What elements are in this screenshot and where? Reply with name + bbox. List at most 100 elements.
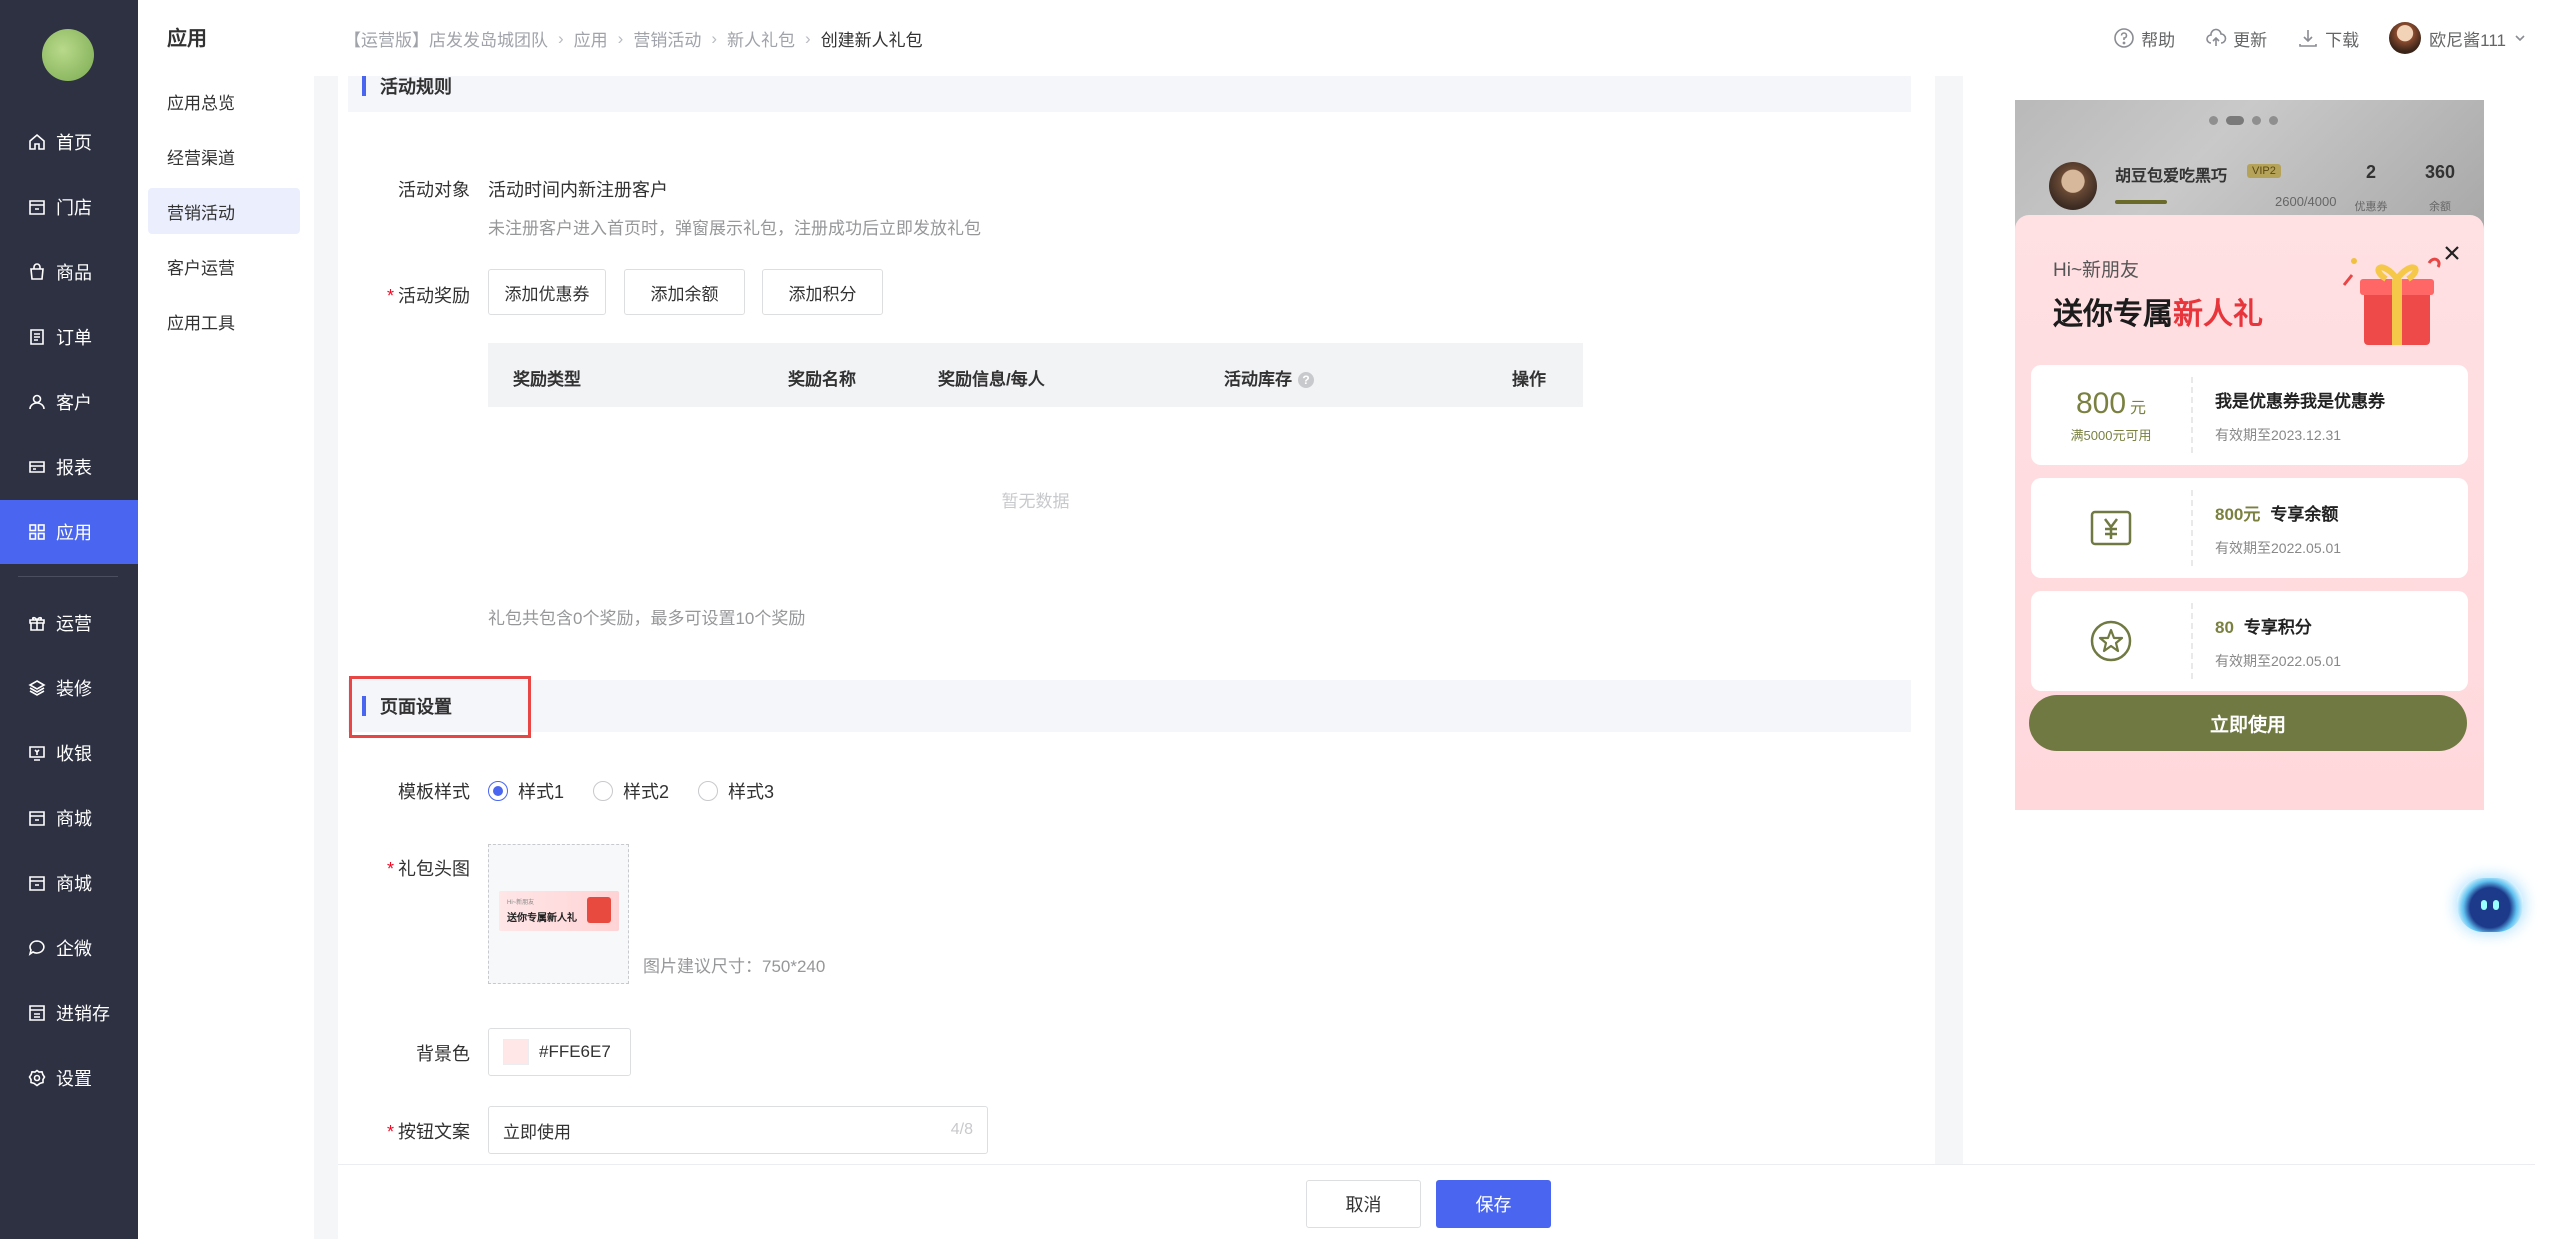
breadcrumb-newcomer-gift[interactable]: 新人礼包 [727,26,795,51]
cancel-button[interactable]: 取消 [1306,1180,1421,1228]
question-icon[interactable]: ? [1298,372,1314,388]
thumb-title-text: 送你专属新人礼 [507,913,577,924]
sidebar-item-label: 商城 [56,874,92,894]
section-activity-rules: 活动规则 [348,76,1911,112]
preview-points-card: 80 专享积分 有效期至2022.05.01 [2031,591,2468,691]
sidebar-item-settings[interactable]: 设置 [0,1046,138,1110]
sidebar-item-decoration[interactable]: 装修 [0,656,138,720]
sidebar-item-label: 进销存 [56,1004,110,1024]
bag-icon [28,263,46,281]
add-balance-button[interactable]: 添加余额 [624,269,745,315]
sidebar-item-goods[interactable]: 商品 [0,240,138,304]
user-menu[interactable]: 欧尼酱111 [2389,22,2526,54]
yuan-icon [2090,510,2132,546]
stat-coupons-label: 优惠券 [2354,201,2388,213]
header-image-upload[interactable]: Hi~新朋友 送你专属新人礼 [488,844,629,984]
inventory-icon [28,1004,46,1022]
download-button[interactable]: 下载 [2297,26,2359,51]
table-header: 奖励类型 奖励名称 奖励信息/每人 活动库存? 操作 [488,343,1583,407]
sub-item-tools[interactable]: 应用工具 [148,298,300,344]
sidebar-item-cashier[interactable]: 收银 [0,721,138,785]
sidebar-item-label: 收银 [56,744,92,764]
sidebar-item-apps[interactable]: 应用 [0,500,138,564]
stat-balance-label: 余额 [2429,201,2451,213]
bg-color-picker[interactable]: #FFE6E7 [488,1028,631,1076]
coupon-left: 800 元 满5000元可用 [2031,365,2191,465]
sidebar-item-mall-2[interactable]: 商城 [0,851,138,915]
use-now-button[interactable]: 立即使用 [2029,695,2467,751]
home-icon [28,133,46,151]
assistant-eye [2481,900,2487,910]
headline-highlight: 新人礼 [2173,298,2263,331]
dot [2252,116,2261,125]
ai-assistant-button[interactable] [2457,878,2523,932]
sidebar-item-label: 设置 [56,1069,92,1089]
popup-greeting: Hi~新朋友 [2053,260,2140,281]
sidebar-item-mall[interactable]: 商城 [0,786,138,850]
coupon-left [2031,591,2191,691]
user-icon [28,393,46,411]
balance-title: 专享余额 [2270,505,2339,524]
carousel-dots [2209,116,2278,125]
required-mark: * [386,859,394,879]
update-button[interactable]: 更新 [2205,26,2267,51]
dashed-divider [2191,490,2193,566]
sub-item-marketing[interactable]: 营销活动 [148,188,300,234]
dot [2269,116,2278,125]
radio-style-1[interactable]: 样式1 [488,778,564,804]
help-button[interactable]: 帮助 [2113,26,2175,51]
sidebar-item-orders[interactable]: 订单 [0,305,138,369]
breadcrumb-marketing[interactable]: 营销活动 [633,26,701,51]
shop-icon [28,809,46,827]
target-value: 活动时间内新注册客户 [488,180,668,200]
reward-table: 奖励类型 奖励名称 奖励信息/每人 活动库存? 操作 暂无数据 [488,343,1583,511]
sidebar-item-label: 商品 [56,263,92,283]
table-empty: 暂无数据 [1001,492,1070,511]
button-text-label-text: 按钮文案 [398,1122,470,1142]
radio-style-3[interactable]: 样式3 [698,778,774,804]
layers-icon [28,679,46,697]
sidebar-item-home[interactable]: 首页 [0,110,138,174]
sidebar-item-wecom[interactable]: 企微 [0,916,138,980]
th-reward-type: 奖励类型 [513,370,581,389]
template-label: 模板样式 [398,782,470,802]
brand-logo[interactable] [42,29,94,81]
sidebar-item-customers[interactable]: 客户 [0,370,138,434]
coupon-unit: 元 [2130,399,2147,417]
sidebar-item-reports[interactable]: 报表 [0,435,138,499]
sidebar-item-operations[interactable]: 运营 [0,591,138,655]
button-text-input[interactable]: 立即使用 4/8 [488,1106,988,1154]
sidebar-item-inventory[interactable]: 进销存 [0,981,138,1045]
breadcrumb-apps[interactable]: 应用 [574,26,608,51]
required-mark: * [386,1122,394,1142]
sub-item-channels[interactable]: 经营渠道 [148,133,300,179]
chevron-right-icon: › [711,28,718,48]
sidebar-item-label: 企微 [56,939,92,959]
sub-item-customer-ops[interactable]: 客户运营 [148,243,300,289]
add-points-button[interactable]: 添加积分 [762,269,883,315]
sidebar-item-label: 商城 [56,809,92,829]
header-image-label-text: 礼包头图 [398,859,470,879]
sidebar-item-label: 订单 [56,328,92,348]
radio-style-2[interactable]: 样式2 [593,778,669,804]
sub-sidebar-title: 应用 [167,28,207,50]
coupon-amount-value: 800 [2075,386,2127,420]
add-coupon-button[interactable]: 添加优惠券 [488,269,606,315]
breadcrumb-team[interactable]: 【运营版】店发发岛城团队 [344,26,548,51]
header-image-label: * 礼包头图 [350,855,470,881]
radio-label: 样式2 [623,782,670,802]
close-icon[interactable] [2442,243,2462,263]
gift-box-icon [2342,257,2441,345]
coupon-condition: 满5000元可用 [2070,427,2152,443]
char-count: 4/8 [950,1121,973,1138]
order-icon [28,328,46,346]
top-header: 【运营版】店发发岛城团队 › 应用 › 营销活动 › 新人礼包 › 创建新人礼包… [314,0,2560,76]
color-value: #FFE6E7 [539,1042,611,1061]
chevron-right-icon: › [805,28,811,48]
sidebar-item-store[interactable]: 门店 [0,175,138,239]
report-icon [28,458,46,476]
th-reward-info: 奖励信息/每人 [938,370,1045,389]
sub-item-overview[interactable]: 应用总览 [148,78,300,124]
vip-badge: VIP2 [2247,164,2281,178]
save-button[interactable]: 保存 [1436,1180,1551,1228]
